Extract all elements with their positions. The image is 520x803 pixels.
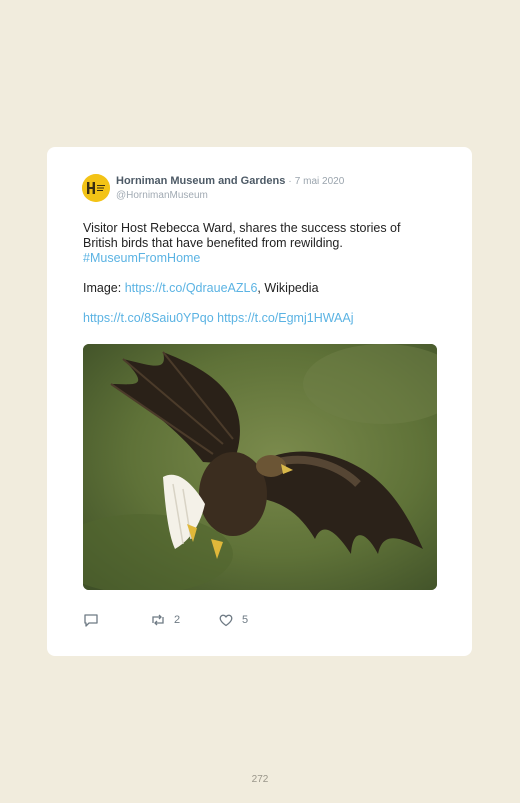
tweet-actions: 2 5 <box>83 611 383 629</box>
image-credit: Image: https://t.co/QdraueAZL6, Wikipedi… <box>83 281 428 296</box>
image-credit-prefix: Image: <box>83 281 125 295</box>
image-credit-suffix: , Wikipedia <box>257 281 319 295</box>
reply-button[interactable] <box>83 611 99 629</box>
separator: · <box>288 176 292 187</box>
hashtag-link[interactable]: #MuseumFromHome <box>83 251 200 265</box>
tweet-link-2[interactable]: https://t.co/Egmj1HWAAj <box>217 311 353 325</box>
image-link[interactable]: https://t.co/QdraueAZL6 <box>125 281 258 295</box>
horniman-logo-icon <box>82 174 110 202</box>
tweet-date[interactable]: 7 mai 2020 <box>295 176 344 187</box>
links-line: https://t.co/8Saiu0YPqo https://t.co/Egm… <box>83 311 428 326</box>
tweet-header: Horniman Museum and Gardens · 7 mai 2020… <box>82 174 442 204</box>
tweet-link-1[interactable]: https://t.co/8Saiu0YPqo <box>83 311 214 325</box>
retweet-button[interactable]: 2 <box>150 611 180 629</box>
reply-icon <box>84 614 98 627</box>
tweet-card: Horniman Museum and Gardens · 7 mai 2020… <box>47 147 472 656</box>
like-count: 5 <box>242 614 249 626</box>
author-name[interactable]: Horniman Museum and Gardens <box>116 175 285 187</box>
heart-icon <box>219 614 233 627</box>
page-number: 272 <box>251 774 269 785</box>
tweet-image[interactable] <box>83 344 437 590</box>
tweet-text-line: Visitor Host Rebecca Ward, shares the su… <box>83 221 401 250</box>
tweet-text: Visitor Host Rebecca Ward, shares the su… <box>83 221 428 326</box>
eagle-photo <box>83 344 437 590</box>
avatar[interactable] <box>82 174 110 202</box>
author-line: Horniman Museum and Gardens · 7 mai 2020 <box>116 175 344 187</box>
author-handle[interactable]: @HornimanMuseum <box>116 190 208 201</box>
like-button[interactable]: 5 <box>218 611 248 629</box>
retweet-count: 2 <box>174 614 181 626</box>
retweet-icon <box>152 614 164 626</box>
